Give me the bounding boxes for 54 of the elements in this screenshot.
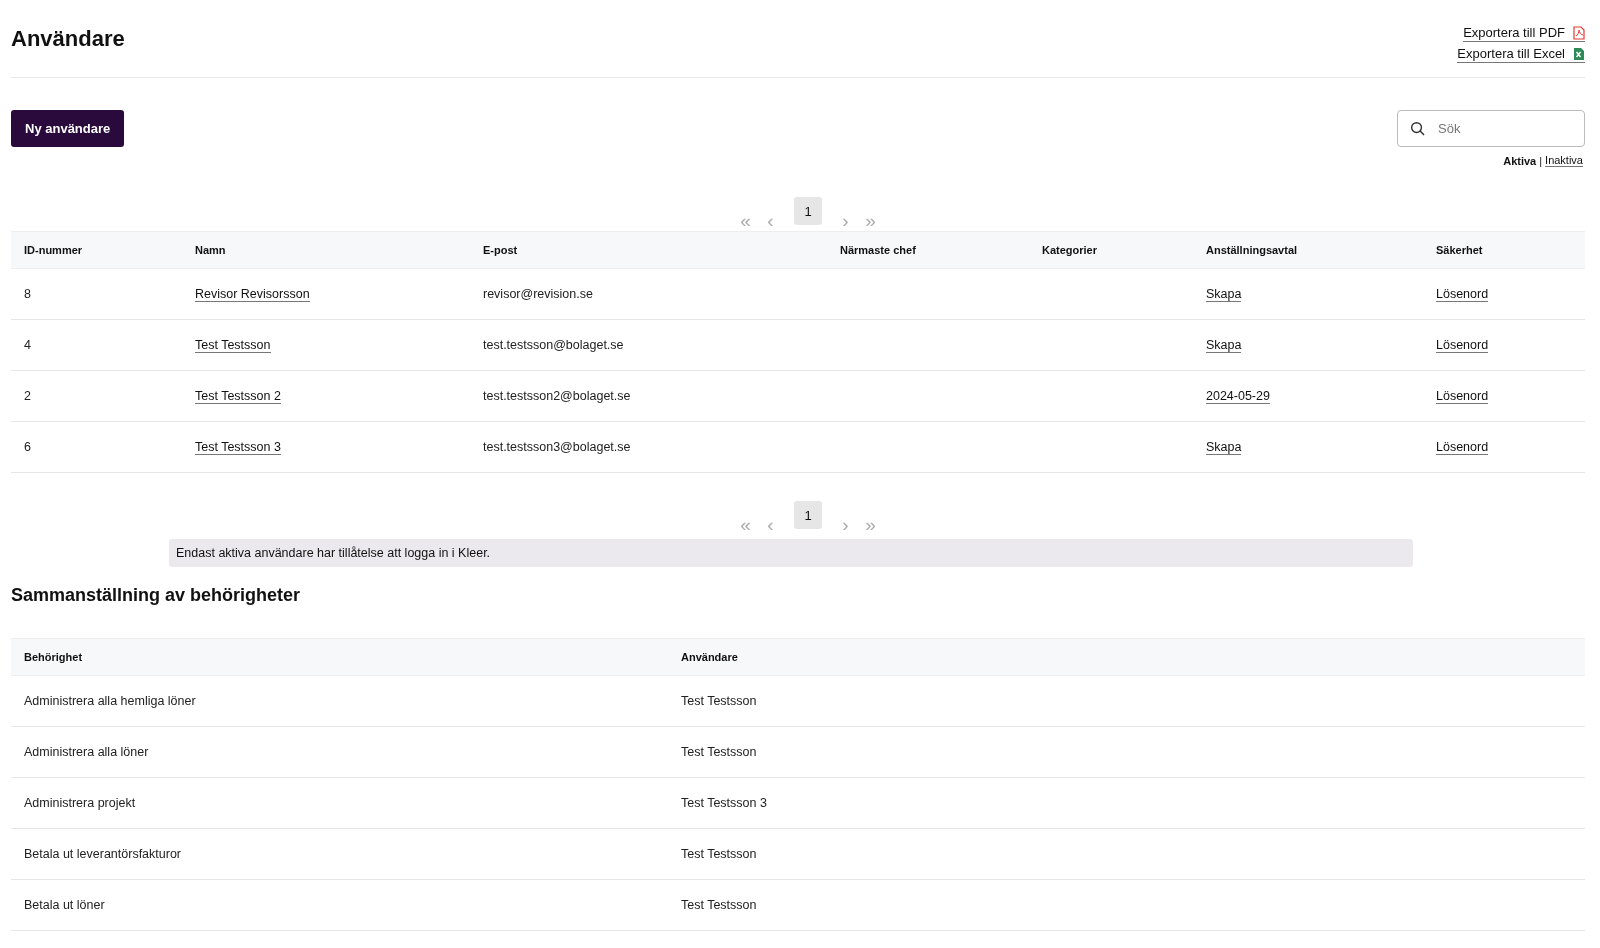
table-cell: Test Testsson	[668, 879, 1585, 931]
contract-link[interactable]: 2024-05-29	[1206, 389, 1270, 404]
table-cell: Test Testsson 3	[668, 777, 1585, 829]
table-cell: revisor@revision.se	[470, 268, 827, 320]
password-link[interactable]: Lösenord	[1436, 338, 1489, 353]
table-cell: 2	[11, 370, 182, 422]
table-cell: 8	[11, 268, 182, 320]
column-header: Namn	[182, 231, 470, 269]
table-cell: 4	[11, 319, 182, 371]
filter-link[interactable]: Aktiva	[1503, 154, 1537, 167]
page-button[interactable]: 1	[794, 501, 822, 529]
separator: |	[1539, 154, 1543, 167]
info-note: Endast aktiva användare har tillåtelse att logga in i Kleer.	[169, 539, 1413, 567]
column-header: Anställningsavtal	[1193, 231, 1423, 269]
table-cell: test.testsson3@bolaget.se	[470, 421, 827, 473]
contract-link[interactable]: Skapa	[1206, 287, 1242, 302]
password-link[interactable]: Lösenord	[1436, 440, 1489, 455]
user-link[interactable]: Test Testsson 3	[195, 440, 281, 455]
password-link[interactable]: Lösenord	[1436, 389, 1489, 404]
column-header: Närmaste chef	[827, 231, 1029, 269]
table-cell: 6	[11, 421, 182, 473]
column-header: Kategorier	[1029, 231, 1193, 269]
search-field[interactable]: Sök	[1397, 110, 1585, 147]
column-header: ID-nummer	[11, 231, 182, 269]
table-cell: Administrera alla löner	[11, 726, 668, 778]
page-button[interactable]: 1	[794, 197, 822, 225]
table-cell: Betala ut löner	[11, 879, 668, 931]
column-header: Användare	[668, 638, 1585, 676]
table-cell: test.testsson2@bolaget.se	[470, 370, 827, 422]
contract-link[interactable]: Skapa	[1206, 440, 1242, 455]
table-cell: Betala ut leverantörsfakturor	[11, 828, 668, 880]
user-link[interactable]: Revisor Revisorsson	[195, 287, 310, 302]
user-link[interactable]: Test Testsson 2	[195, 389, 281, 404]
table-cell: Test Testsson	[668, 726, 1585, 778]
table-cell: Administrera projekt	[11, 777, 668, 829]
table-cell: test.testsson@bolaget.se	[470, 319, 827, 371]
column-header: E-post	[470, 231, 827, 269]
password-link[interactable]: Lösenord	[1436, 287, 1489, 302]
filter-link[interactable]: Inaktiva	[1545, 154, 1583, 167]
column-header: Behörighet	[11, 638, 668, 676]
table-cell: Test Testsson	[668, 675, 1585, 727]
spreadsheet-file-icon	[1573, 46, 1585, 61]
contract-link[interactable]: Skapa	[1206, 338, 1242, 353]
section-title: Sammanställning av behörigheter	[11, 585, 302, 606]
pdf-file-icon	[1573, 25, 1585, 40]
column-header: Säkerhet	[1423, 231, 1585, 269]
page-title: Användare	[11, 26, 125, 52]
export-link[interactable]: Exportera till Excel	[1457, 46, 1585, 63]
user-link[interactable]: Test Testsson	[195, 338, 271, 353]
export-link[interactable]: Exportera till PDF	[1463, 25, 1585, 42]
table-cell: Test Testsson	[668, 828, 1585, 880]
new-user-button[interactable]: Ny användare	[11, 110, 125, 147]
table-cell: Administrera alla hemliga löner	[11, 675, 668, 727]
search-icon	[1410, 121, 1425, 136]
